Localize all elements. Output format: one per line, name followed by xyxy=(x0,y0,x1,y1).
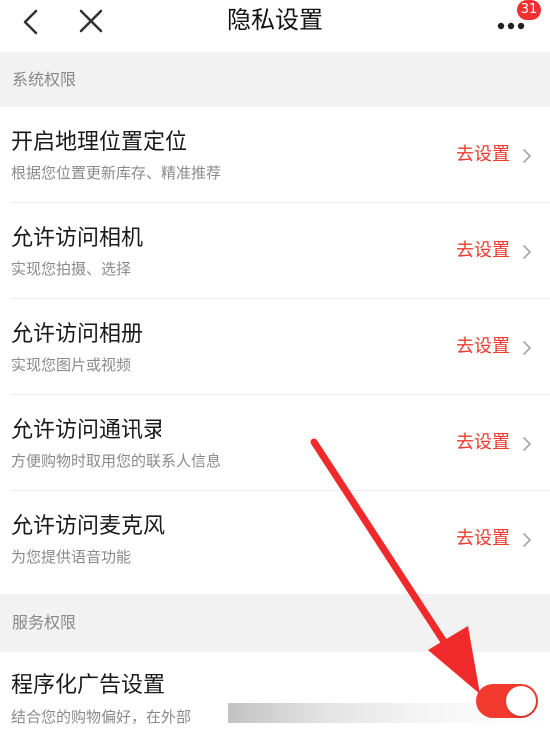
row-title: 开启地理位置定位 xyxy=(11,130,188,155)
chevron-right-icon xyxy=(523,437,531,451)
chevron-right-icon xyxy=(523,149,531,163)
row-title: 程序化广告设置 xyxy=(11,673,166,698)
toggle-knob xyxy=(506,686,536,716)
row-subtitle: 根据您位置更新库存、精准推荐 xyxy=(11,164,222,182)
row-subtitle: 实现您图片或视频 xyxy=(11,356,132,374)
list-item-camera[interactable]: 允许访问相机 实现您拍摄、选择 去设置 xyxy=(0,203,550,299)
list-item-location[interactable]: 开启地理位置定位 根据您位置更新库存、精准推荐 去设置 xyxy=(0,107,550,203)
chevron-right-icon xyxy=(523,245,531,259)
row-title: 允许访问通讯录 xyxy=(11,418,161,443)
section-header-system-permissions: 系统权限 xyxy=(0,52,550,107)
chevron-right-icon xyxy=(523,341,531,355)
row-title: 允许访问相机 xyxy=(11,226,144,251)
row-subtitle: 为您提供语音功能 xyxy=(11,548,132,566)
row-subtitle: 实现您拍摄、选择 xyxy=(11,260,132,278)
page-title: 隐私设置 xyxy=(227,6,323,34)
row-title: 允许访问相册 xyxy=(11,322,144,347)
notification-badge: 31 xyxy=(517,0,541,20)
go-settings-link[interactable]: 去设置 xyxy=(456,335,510,359)
go-settings-link[interactable]: 去设置 xyxy=(456,239,510,263)
row-subtitle: 结合您的购物偏好，在外部 xyxy=(11,708,192,726)
row-title: 允许访问麦克风 xyxy=(11,514,166,539)
list-item-photo-album[interactable]: 允许访问相册 实现您图片或视频 去设置 xyxy=(0,299,550,395)
go-settings-link[interactable]: 去设置 xyxy=(456,143,510,167)
top-nav-bar: 隐私设置 31 xyxy=(0,0,550,50)
chevron-right-icon xyxy=(523,533,531,547)
privacy-settings-page: 隐私设置 31 系统权限 开启地理位置定位 根据您位置更新库存、精准推荐 去设置… xyxy=(0,0,550,742)
annotation-arrow-icon xyxy=(310,438,480,694)
row-subtitle: 方便购物时取用您的联系人信息 xyxy=(11,452,222,470)
